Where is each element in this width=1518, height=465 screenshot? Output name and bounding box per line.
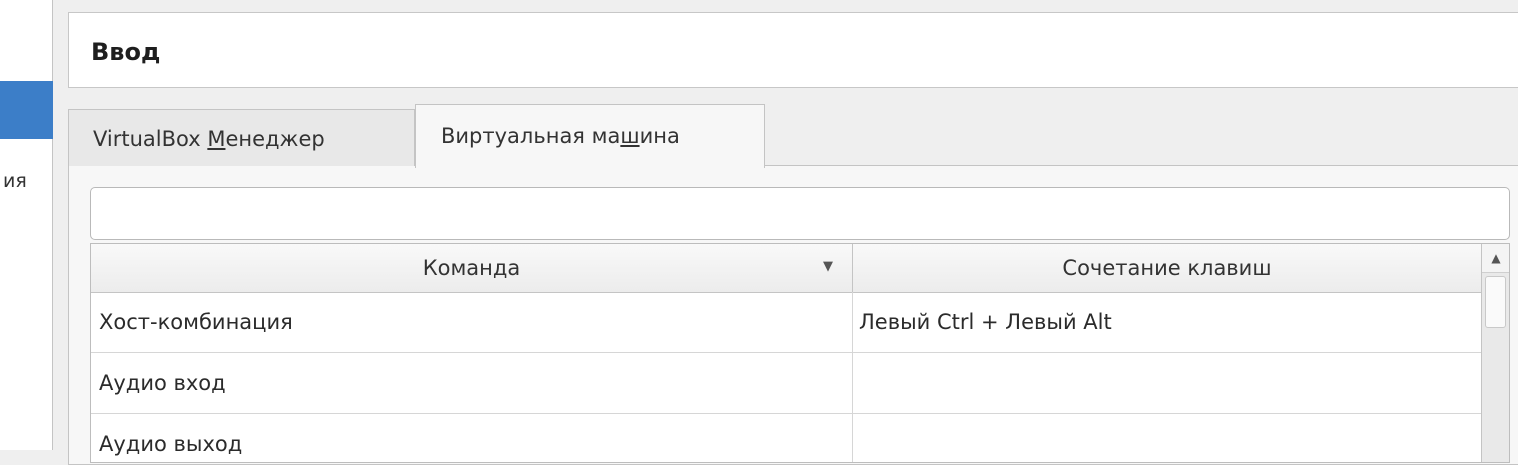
sidebar-item-selected[interactable] xyxy=(0,81,53,139)
table-row[interactable]: Аудио вход xyxy=(91,353,1481,414)
scroll-up-arrow-icon[interactable]: ▲ xyxy=(1482,244,1509,273)
table-row[interactable]: Хост-комбинация Левый Ctrl + Левый Alt xyxy=(91,292,1481,353)
sort-down-arrow-icon: ▼ xyxy=(823,259,833,274)
table-header: Команда ▼ Сочетание клавиш xyxy=(91,244,1481,293)
shortcut-cell[interactable] xyxy=(853,414,1481,462)
vertical-scrollbar[interactable]: ▲ xyxy=(1481,244,1509,462)
tab-virtual-machine[interactable]: Виртуальная машина xyxy=(415,104,765,168)
shortcut-cell[interactable] xyxy=(853,353,1481,413)
column-header-label: Команда xyxy=(422,256,521,280)
shortcuts-table: Команда ▼ Сочетание клавиш Хост-комбинац… xyxy=(90,243,1510,463)
settings-sidebar: ия xyxy=(0,0,53,450)
shortcut-filter-input[interactable] xyxy=(90,187,1510,240)
tab-mnemonic: М xyxy=(207,127,226,151)
shortcut-cell[interactable]: Левый Ctrl + Левый Alt xyxy=(853,292,1481,352)
column-header-command[interactable]: Команда xyxy=(91,244,853,292)
tab-mnemonic: ш xyxy=(620,124,640,148)
page-header: Ввод xyxy=(68,12,1518,88)
tab-label-part: VirtualBox xyxy=(93,127,208,151)
tab-label-part: енеджер xyxy=(225,127,325,151)
scrollbar-thumb[interactable] xyxy=(1485,276,1506,328)
sidebar-item-label[interactable]: ия xyxy=(3,170,27,192)
page-title: Ввод xyxy=(91,38,161,66)
command-cell: Хост-комбинация xyxy=(91,292,853,352)
tab-virtualbox-manager[interactable]: VirtualBox Менеджер xyxy=(68,109,415,166)
column-header-label: Сочетание клавиш xyxy=(1062,256,1272,280)
table-row[interactable]: Аудио выход xyxy=(91,414,1481,462)
command-cell: Аудио выход xyxy=(91,414,853,462)
tab-label-part: ина xyxy=(639,124,680,148)
tab-label-part: Виртуальная ма xyxy=(441,124,621,148)
column-header-shortcut[interactable]: Сочетание клавиш xyxy=(853,244,1481,292)
command-cell: Аудио вход xyxy=(91,353,853,413)
